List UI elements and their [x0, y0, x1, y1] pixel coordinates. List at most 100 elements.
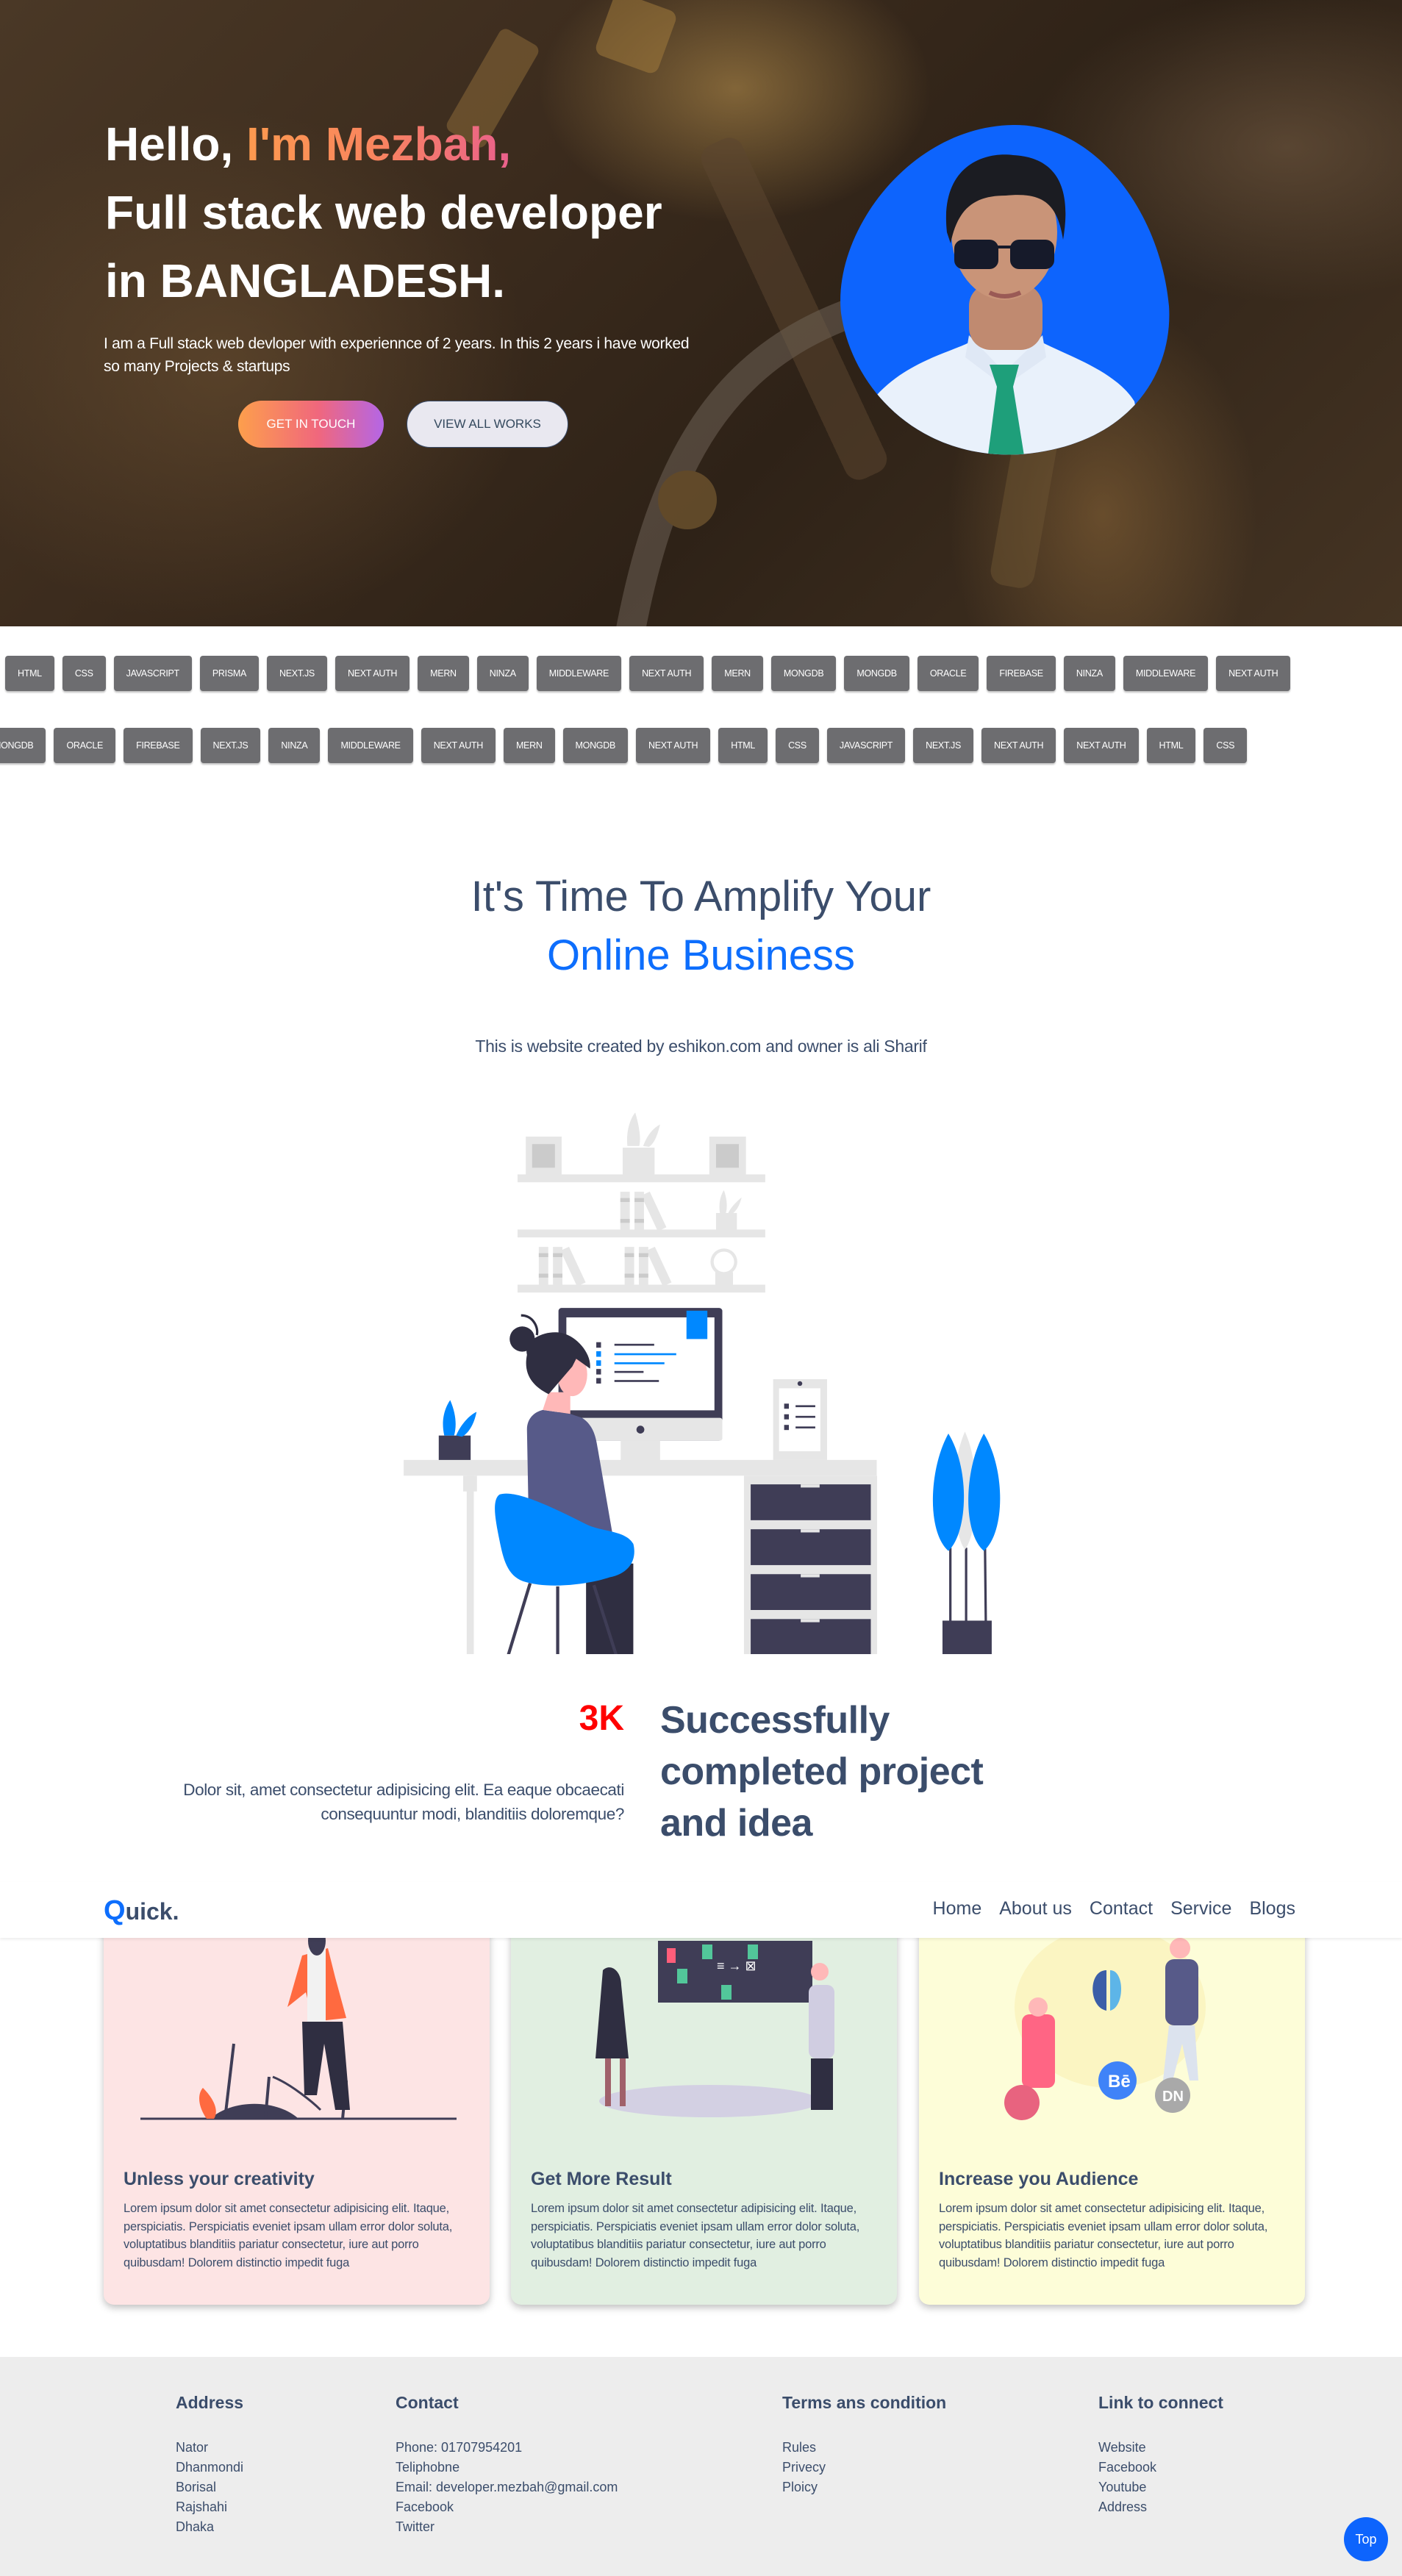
skill-tag: PRISMA — [199, 656, 260, 691]
footer-link[interactable]: Website — [1098, 2438, 1223, 2458]
skills-row-2: MONGDBORACLEFIREBASENEXT.JSNINZAMIDDLEWA… — [0, 728, 1383, 763]
feature-card[interactable]: ≡ → ⊠ Get More Result Lorem ipsum dolor … — [511, 1911, 897, 2305]
skill-tag: NEXT AUTH — [629, 656, 704, 691]
footer-address: Address Nator Dhanmondi Borisal Rajshahi… — [176, 2393, 243, 2537]
stat-headline-line: and idea — [660, 1802, 812, 1845]
skill-tag: HTML — [1146, 728, 1196, 763]
footer-heading: Contact — [396, 2393, 459, 2412]
feature-card[interactable]: Bē DN Increase you Audience Lorem ipsum … — [919, 1911, 1305, 2305]
navbar: Quick. Home About us Contact Service Blogs — [0, 1882, 1402, 1938]
greeting-text: Hello, — [105, 118, 247, 171]
skills-row-1: HTML CSS JAVASCRIPT PRISMA NEXT.JS NEXT AUTH M… — [5, 656, 1402, 691]
skill-tag: MIDDLEWARE — [536, 656, 622, 691]
card-title: Get More Result — [531, 2169, 672, 2189]
card-text: Lorem ipsum dolor sit amet consectetur a… — [531, 2202, 860, 2269]
skill-tag: FIREBASE — [124, 728, 193, 763]
footer-link[interactable]: Privecy — [782, 2458, 946, 2477]
skill-tag: NEXT.JS — [913, 728, 974, 763]
amplify-subtitle: This is website created by eshikon.com a… — [475, 1037, 927, 1056]
footer-link[interactable]: Rules — [782, 2438, 946, 2458]
footer-link[interactable]: Youtube — [1098, 2477, 1223, 2497]
skill-tag: JAVASCRIPT — [826, 728, 906, 763]
logo-text: uick. — [125, 1898, 179, 1925]
hero-name: I'm Mezbah, — [246, 118, 512, 171]
footer-item: Borisal — [176, 2480, 217, 2494]
scroll-to-top-button[interactable]: Top — [1344, 2517, 1388, 2561]
skill-tag: CSS — [1203, 728, 1248, 763]
footer-item: Rajshahi — [176, 2500, 228, 2514]
footer-link-facebook[interactable]: Facebook — [396, 2497, 618, 2517]
svg-text:Bē: Bē — [1108, 2072, 1131, 2092]
amplify-title-line2: Online Business — [546, 931, 856, 979]
card-text: Lorem ipsum dolor sit amet consectetur a… — [124, 2202, 453, 2269]
stat-headline-line: Successfully — [660, 1699, 890, 1742]
skill-tag: JAVASCRIPT — [113, 656, 192, 691]
logo[interactable]: Quick. — [104, 1895, 179, 1927]
footer-terms: Terms ans condition Rules Privecy Ploicy — [782, 2393, 946, 2497]
skill-tag: MERN — [418, 656, 469, 691]
hero-title-line3: in BANGLADESH. — [105, 254, 505, 307]
hero-title-line2: Full stack web developer — [105, 186, 662, 239]
skill-tag: NEXT.JS — [267, 656, 327, 691]
audience-illustration: Bē DN — [1004, 1926, 1206, 2120]
footer-link-twitter[interactable]: Twitter — [396, 2517, 618, 2537]
skill-tag: ORACLE — [54, 728, 116, 763]
skill-tag: NEXT.JS — [200, 728, 261, 763]
skill-tag: MERN — [712, 656, 763, 691]
footer-item: Dhaka — [176, 2519, 215, 2534]
skill-tag: FIREBASE — [987, 656, 1056, 691]
footer-heading: Terms ans condition — [782, 2393, 947, 2412]
stat-headline-line: completed project — [660, 1750, 984, 1793]
hero-description: I am a Full stack web devloper with expe… — [104, 335, 690, 375]
svg-text:DN: DN — [1162, 2089, 1184, 2105]
skill-tag: NEXT AUTH — [981, 728, 1056, 763]
skill-tag: HTML — [5, 656, 54, 691]
desk-plant — [438, 1400, 477, 1460]
skill-tag: NEXT AUTH — [1064, 728, 1139, 763]
svg-text:≡ → ⊠: ≡ → ⊠ — [717, 1958, 757, 1973]
skill-tag: MIDDLEWARE — [1123, 656, 1209, 691]
stat-description: Dolor sit, amet consectetur adipisicing … — [183, 1781, 624, 1823]
skill-tag: ORACLE — [917, 656, 979, 691]
card-text: Lorem ipsum dolor sit amet consectetur a… — [939, 2202, 1268, 2269]
nav-contact[interactable]: Contact — [1090, 1898, 1153, 1919]
footer-heading: Address — [176, 2393, 244, 2412]
nav-about-us[interactable]: About us — [999, 1898, 1072, 1919]
skill-tag: NINZA — [1063, 656, 1115, 691]
skill-tag: MONGDB — [562, 728, 628, 763]
get-in-touch-button[interactable]: GET IN TOUCH — [238, 401, 384, 448]
skill-tag: MONGDB — [770, 656, 837, 691]
skill-tag: NEXT AUTH — [636, 728, 711, 763]
skill-tag: MIDDLEWARE — [328, 728, 413, 763]
stat-headline: Successfully completed project and idea — [660, 1695, 984, 1849]
nav-blogs[interactable]: Blogs — [1249, 1898, 1295, 1919]
floor-plant — [932, 1431, 1001, 1654]
workspace-illustration — [404, 1112, 1001, 1654]
logo-initial: Q — [104, 1895, 126, 1926]
nav-service[interactable]: Service — [1170, 1898, 1231, 1919]
skill-tag: NEXT AUTH — [335, 656, 410, 691]
card-title: Increase you Audience — [939, 2169, 1139, 2189]
skill-tag: NINZA — [268, 728, 321, 763]
skill-tag: MONGDB — [844, 656, 909, 691]
skill-tag: NINZA — [476, 656, 529, 691]
footer-link[interactable]: Facebook — [1098, 2458, 1223, 2477]
hero-title-line1: Hello, I'm Mezbah, — [105, 110, 511, 179]
view-all-works-button[interactable]: VIEW ALL WORKS — [407, 401, 568, 448]
hero-section: Hello, I'm Mezbah, Full stack web develo… — [0, 0, 1402, 626]
skill-tag: CSS — [776, 728, 819, 763]
footer-link[interactable]: Address — [1098, 2497, 1223, 2517]
feature-card[interactable]: Unless your creativity Lorem ipsum dolor… — [104, 1911, 490, 2305]
footer-heading: Link to connect — [1098, 2393, 1223, 2412]
footer-links: Link to connect Website Facebook Youtube… — [1098, 2393, 1223, 2517]
nav-home[interactable]: Home — [933, 1898, 982, 1919]
stat-count: 3K — [579, 1699, 624, 1738]
footer-link[interactable]: Ploicy — [782, 2477, 946, 2497]
skill-tag: NEXT AUTH — [1216, 656, 1291, 691]
footer-item: Dhanmondi — [176, 2460, 244, 2475]
footer-email[interactable]: Email: developer.mezbah@gmail.com — [396, 2477, 618, 2497]
skill-tag: MONGDB — [0, 728, 46, 763]
footer-item: Nator — [176, 2440, 209, 2455]
skill-tag: MERN — [503, 728, 555, 763]
nav-links: Home About us Contact Service Blogs — [915, 1898, 1295, 1920]
